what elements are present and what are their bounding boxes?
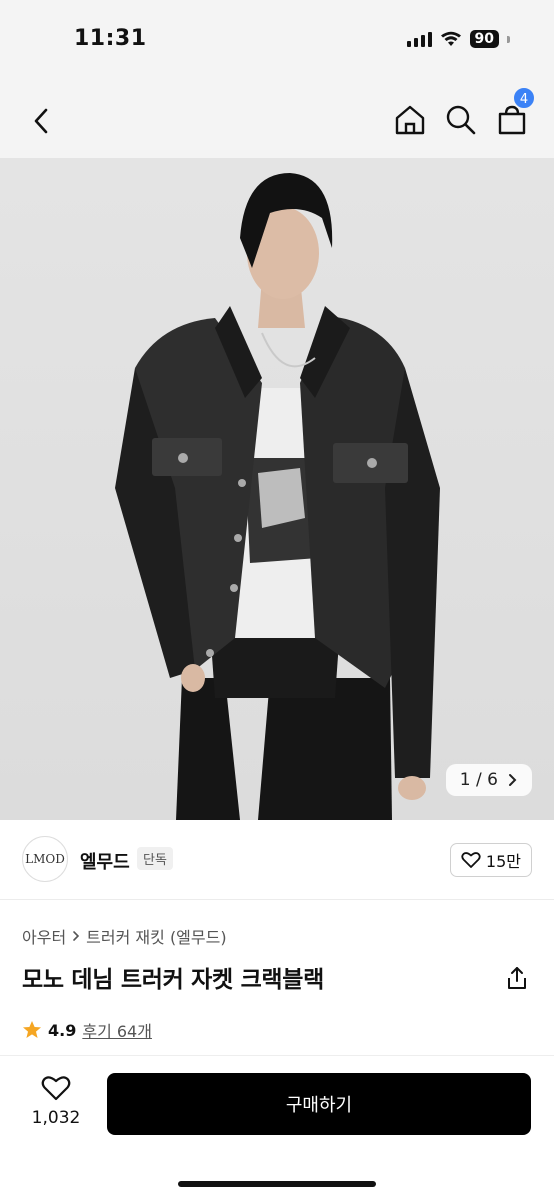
signal-icon — [406, 31, 432, 47]
wifi-icon — [440, 31, 461, 46]
rating-row: 4.9 후기 64개 — [22, 1018, 152, 1042]
exclusive-tag: 단독 — [137, 847, 173, 870]
breadcrumb: 아우터 트러커 재킷 (엘무드) — [22, 924, 227, 948]
home-icon — [395, 105, 425, 135]
share-icon — [508, 967, 526, 989]
battery-tip — [507, 35, 510, 43]
search-icon — [446, 105, 476, 135]
chevron-right-icon — [509, 774, 517, 786]
counter-separator: / — [476, 770, 482, 790]
product-title: 모노 데님 트러커 자켓 크랙블랙 — [22, 967, 325, 993]
status-bar: 11:31 90 — [0, 0, 554, 84]
cart-button[interactable]: 4 — [494, 86, 536, 138]
share-button[interactable] — [505, 965, 529, 991]
status-icons: 90 — [406, 30, 510, 48]
heart-icon — [41, 1076, 71, 1101]
back-button[interactable] — [24, 104, 58, 138]
chevron-right-icon — [73, 931, 80, 941]
brand-like-count: 15만 — [485, 852, 521, 871]
rating-score: 4.9 — [48, 1020, 77, 1040]
breadcrumb-subcategory[interactable]: 트러커 재킷 (엘무드) — [86, 924, 226, 948]
wishlist-count: 1,032 — [31, 1108, 81, 1128]
brand-logo[interactable]: LMOD — [22, 836, 68, 882]
product-image[interactable]: 1 / 6 — [0, 158, 554, 820]
heart-icon — [461, 852, 481, 868]
reviews-link[interactable]: 후기 64개 — [82, 1018, 152, 1042]
bottom-bar: 1,032 구매하기 — [0, 1056, 554, 1200]
image-counter[interactable]: 1 / 6 — [445, 764, 532, 796]
brand-like-button[interactable]: 15만 — [449, 843, 532, 877]
breadcrumb-category[interactable]: 아우터 — [22, 924, 66, 948]
battery-indicator: 90 — [469, 30, 499, 48]
home-button[interactable] — [392, 102, 428, 138]
nav-bar: 4 — [0, 84, 554, 158]
search-button[interactable] — [443, 102, 479, 138]
buy-button[interactable]: 구매하기 — [107, 1073, 531, 1135]
home-indicator — [178, 1181, 376, 1187]
star-icon — [23, 1021, 41, 1038]
counter-total: 6 — [487, 770, 498, 790]
status-time: 11:31 — [74, 26, 147, 51]
wishlist-button[interactable]: 1,032 — [24, 1074, 88, 1128]
counter-current: 1 — [459, 770, 471, 790]
product-photo — [115, 173, 440, 820]
brand-name[interactable]: 엘무드 — [80, 848, 130, 874]
brand-row[interactable]: LMOD 엘무드 단독 15만 — [0, 820, 554, 900]
back-icon — [34, 108, 48, 134]
cart-badge: 4 — [512, 86, 536, 110]
